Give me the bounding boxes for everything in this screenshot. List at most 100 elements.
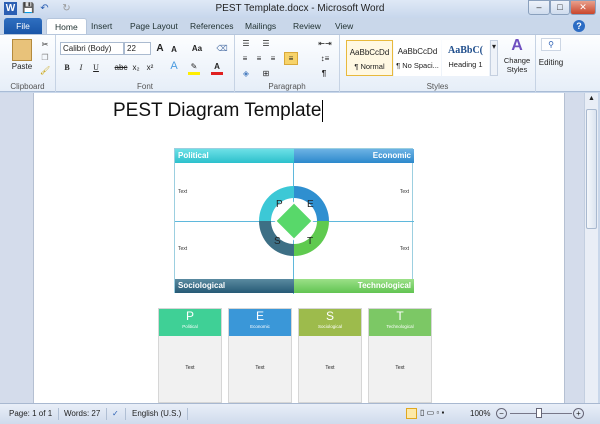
pest-card-political: P Political Text <box>158 308 222 403</box>
styles-group: AaBbCcDd ¶ Normal AaBbCcDd ¶ No Spaci...… <box>340 35 536 92</box>
paste-button[interactable]: Paste <box>4 61 40 72</box>
text-effects-icon[interactable]: A <box>168 61 180 72</box>
align-right-icon[interactable]: ≡ <box>267 53 279 64</box>
quadrant-text[interactable]: Text <box>178 246 187 252</box>
superscript-button[interactable]: x² <box>144 62 156 73</box>
tab-view[interactable]: View <box>327 18 361 34</box>
maximize-button[interactable]: □ <box>550 0 570 15</box>
pest-card-sociological: S Sociological Text <box>298 308 362 403</box>
quadrant-text[interactable]: Text <box>178 189 187 195</box>
line-spacing-icon[interactable]: ↕≡ <box>317 53 333 64</box>
shrink-font-button[interactable]: A <box>168 44 180 55</box>
card-letter: E <box>255 309 264 323</box>
scroll-thumb[interactable] <box>586 109 597 229</box>
borders-icon[interactable]: ⊞ <box>259 68 273 79</box>
italic-button[interactable]: I <box>76 62 86 73</box>
strikethrough-button[interactable]: abc <box>114 62 128 73</box>
scroll-up-icon[interactable]: ▲ <box>586 95 597 106</box>
card-label: Political <box>182 324 198 329</box>
proofing-icon[interactable]: ✓ <box>106 408 126 420</box>
ring-letter-e: E <box>307 199 314 210</box>
tab-page-layout[interactable]: Page Layout <box>122 18 186 34</box>
status-bar: Page: 1 of 1 Words: 27 ✓ English (U.S.) … <box>0 403 600 424</box>
zoom-level[interactable]: 100% <box>470 409 490 418</box>
clear-formatting-icon[interactable]: ⌫ <box>216 43 228 54</box>
quadrant-technological-header: Technological <box>294 279 414 293</box>
vertical-scrollbar[interactable]: ▲ <box>584 93 598 403</box>
font-family-select[interactable]: Calibri (Body) <box>60 42 124 55</box>
numbering-icon[interactable]: ☰ <box>259 38 273 49</box>
ring-letter-s: S <box>274 236 281 247</box>
print-layout-icon[interactable] <box>406 408 417 419</box>
quadrant-text[interactable]: Text <box>400 189 409 195</box>
quadrant-text[interactable]: Text <box>400 246 409 252</box>
subscript-button[interactable]: x₂ <box>130 62 142 73</box>
editing-button[interactable]: Editing <box>536 57 566 68</box>
page-count[interactable]: Page: 1 of 1 <box>3 408 60 420</box>
view-icons[interactable]: ▯ ▭ ▫ ▪ <box>420 408 444 417</box>
editing-group[interactable]: ⚲ Editing <box>536 35 566 92</box>
change-case-button[interactable]: Aa <box>188 43 206 54</box>
grow-font-button[interactable]: A <box>154 43 166 54</box>
card-text[interactable]: Text <box>229 365 291 371</box>
word-count[interactable]: Words: 27 <box>58 408 108 420</box>
show-formatting-button[interactable]: ¶ <box>317 68 331 79</box>
style-no-spacing[interactable]: AaBbCcDd ¶ No Spaci... <box>394 40 441 76</box>
tab-references[interactable]: References <box>182 18 241 34</box>
styles-scroll[interactable]: ▾ <box>490 40 498 76</box>
quadrant-political-header: Political <box>175 149 294 163</box>
card-text[interactable]: Text <box>159 365 221 371</box>
indent-icon[interactable]: ⇤⇥ <box>317 38 333 49</box>
style-preview: AaBbCcDd <box>349 48 390 57</box>
card-label: Technological <box>386 324 414 329</box>
bullets-icon[interactable]: ☰ <box>239 38 253 49</box>
style-preview: AaBbC( <box>447 45 483 56</box>
style-name: Heading 1 <box>448 60 483 69</box>
tab-mailings[interactable]: Mailings <box>237 18 284 34</box>
pest-diagram: Political Economic Sociological Technolo… <box>174 148 414 294</box>
card-text[interactable]: Text <box>369 365 431 371</box>
shading-icon[interactable]: ◈ <box>239 68 253 79</box>
highlight-icon[interactable]: ✎ <box>188 61 200 75</box>
help-icon[interactable]: ? <box>573 20 585 32</box>
card-text[interactable]: Text <box>299 365 361 371</box>
pest-card-technological: T Technological Text <box>368 308 432 403</box>
close-button[interactable]: ✕ <box>570 0 596 15</box>
document-title[interactable]: PEST Diagram Template <box>113 100 324 122</box>
zoom-out-button[interactable]: − <box>496 408 507 419</box>
clipboard-label: Clipboard <box>10 82 45 91</box>
language[interactable]: English (U.S.) <box>126 408 189 420</box>
bold-button[interactable]: B <box>62 62 72 73</box>
tab-insert[interactable]: Insert <box>83 18 120 34</box>
style-heading-1[interactable]: AaBbC( Heading 1 <box>442 40 489 76</box>
align-left-icon[interactable]: ≡ <box>239 53 251 64</box>
change-styles-button[interactable]: Change Styles <box>500 56 534 74</box>
ring-letter-t: T <box>307 236 313 247</box>
font-label: Font <box>136 82 153 91</box>
pest-card-economic: E Economic Text <box>228 308 292 403</box>
font-size-select[interactable]: 22 <box>124 42 151 55</box>
tab-home[interactable]: Home <box>46 18 87 34</box>
card-letter: P <box>185 309 194 323</box>
zoom-in-button[interactable]: + <box>573 408 584 419</box>
card-letter: S <box>325 309 334 323</box>
tab-file[interactable]: File <box>4 18 42 34</box>
ring-letter-p: P <box>276 199 283 210</box>
zoom-slider-thumb[interactable] <box>536 408 542 418</box>
document-area: PEST Diagram Template Political Economic… <box>0 93 584 403</box>
justify-icon[interactable]: ≡ <box>284 52 298 65</box>
paragraph-group: ☰ ☰ ≡ ≡ ≡ ≡ ◈ ⊞ ⇤⇥ ↕≡ ¶ Paragraph <box>235 35 340 92</box>
copy-icon[interactable]: ❐ <box>40 52 50 63</box>
minimize-button[interactable]: – <box>528 0 550 15</box>
clipboard-group: Paste ✂ ❐ 🖌 Clipboard <box>0 35 56 92</box>
font-color-icon[interactable]: A <box>211 61 223 75</box>
align-center-icon[interactable]: ≡ <box>253 53 265 64</box>
tab-review[interactable]: Review <box>285 18 329 34</box>
underline-button[interactable]: U <box>91 62 101 73</box>
styles-label: Styles <box>426 82 449 91</box>
paragraph-label: Paragraph <box>268 82 306 91</box>
cut-icon[interactable]: ✂ <box>40 39 50 50</box>
format-painter-icon[interactable]: 🖌 <box>40 65 50 76</box>
quadrant-economic-header: Economic <box>294 149 414 163</box>
style-normal[interactable]: AaBbCcDd ¶ Normal <box>346 40 393 76</box>
